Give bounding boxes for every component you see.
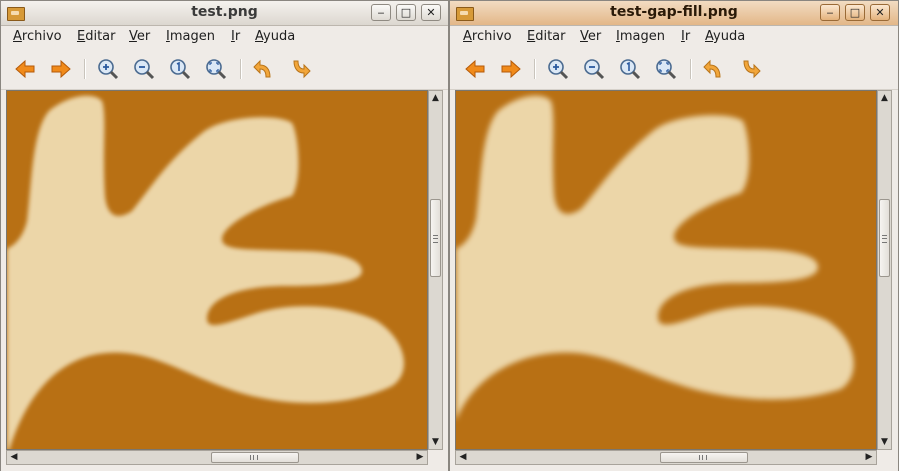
menu-ir[interactable]: Ir	[231, 29, 240, 44]
vertical-scroll-thumb[interactable]	[430, 199, 441, 277]
title-bar[interactable]: test.png ‒ □ ✕	[1, 1, 448, 26]
vertical-scrollbar[interactable]: ▲ ▼	[428, 90, 443, 450]
horizontal-scroll-thumb[interactable]	[211, 452, 299, 463]
scroll-left-button[interactable]: ◀	[456, 451, 470, 464]
menu-archivo[interactable]: Archivo	[13, 29, 62, 44]
grip-icon	[882, 235, 887, 243]
image-canvas[interactable]	[455, 90, 877, 450]
status-bar	[1, 465, 448, 471]
image-canvas[interactable]	[6, 90, 428, 450]
minimize-button[interactable]: ‒	[820, 4, 840, 21]
forward-icon[interactable]	[499, 57, 523, 81]
menu-ir[interactable]: Ir	[681, 29, 690, 44]
scroll-down-button[interactable]: ▼	[429, 435, 442, 449]
maximize-button[interactable]: □	[396, 4, 416, 21]
rotate-right-icon[interactable]	[738, 57, 762, 81]
title-bar[interactable]: test-gap-fill.png ‒ □ ✕	[450, 1, 898, 26]
toolbar	[1, 49, 448, 90]
zoom-fit-icon[interactable]	[204, 57, 228, 81]
back-icon[interactable]	[463, 57, 487, 81]
rotate-right-icon[interactable]	[288, 57, 312, 81]
rotate-left-icon[interactable]	[702, 57, 726, 81]
menu-ayuda[interactable]: Ayuda	[705, 29, 745, 44]
menu-ayuda[interactable]: Ayuda	[255, 29, 295, 44]
menu-bar: Archivo Editar Ver Imagen Ir Ayuda	[450, 26, 898, 48]
zoom-out-icon[interactable]	[132, 57, 156, 81]
menu-imagen[interactable]: Imagen	[616, 29, 665, 44]
image-viewer-window-2: test-gap-fill.png ‒ □ ✕ Archivo Editar V…	[449, 0, 899, 471]
image-viewer-window-1: test.png ‒ □ ✕ Archivo Editar Ver Imagen…	[0, 0, 449, 471]
menu-archivo[interactable]: Archivo	[463, 29, 512, 44]
vertical-scrollbar[interactable]: ▲ ▼	[877, 90, 892, 450]
grip-icon	[250, 455, 258, 460]
toolbar	[450, 49, 898, 90]
scroll-left-button[interactable]: ◀	[7, 451, 21, 464]
zoom-out-icon[interactable]	[582, 57, 606, 81]
close-button[interactable]: ✕	[421, 4, 441, 21]
grip-icon	[699, 455, 707, 460]
horizontal-scrollbar[interactable]: ◀ ▶	[6, 450, 428, 465]
menu-editar[interactable]: Editar	[77, 29, 116, 44]
zoom-in-icon[interactable]	[96, 57, 120, 81]
maximize-button[interactable]: □	[845, 4, 865, 21]
horizontal-scroll-thumb[interactable]	[660, 452, 748, 463]
scroll-down-button[interactable]: ▼	[878, 435, 891, 449]
status-bar	[450, 465, 898, 471]
horizontal-scrollbar[interactable]: ◀ ▶	[455, 450, 877, 465]
zoom-in-icon[interactable]	[546, 57, 570, 81]
grip-icon	[433, 235, 438, 243]
toolbar-separator	[534, 59, 535, 79]
rotate-left-icon[interactable]	[252, 57, 276, 81]
forward-icon[interactable]	[49, 57, 73, 81]
image-shape	[456, 95, 854, 421]
toolbar-separator	[690, 59, 691, 79]
close-button[interactable]: ✕	[870, 4, 890, 21]
scroll-right-button[interactable]: ▶	[862, 451, 876, 464]
zoom-normal-icon[interactable]	[168, 57, 192, 81]
zoom-fit-icon[interactable]	[654, 57, 678, 81]
menu-imagen[interactable]: Imagen	[166, 29, 215, 44]
scroll-up-button[interactable]: ▲	[429, 91, 442, 105]
scroll-up-button[interactable]: ▲	[878, 91, 891, 105]
menu-ver[interactable]: Ver	[580, 29, 601, 44]
minimize-button[interactable]: ‒	[371, 4, 391, 21]
zoom-normal-icon[interactable]	[618, 57, 642, 81]
menu-ver[interactable]: Ver	[129, 29, 150, 44]
scroll-right-button[interactable]: ▶	[413, 451, 427, 464]
menu-editar[interactable]: Editar	[527, 29, 566, 44]
toolbar-separator	[84, 59, 85, 79]
toolbar-separator	[240, 59, 241, 79]
menu-bar: Archivo Editar Ver Imagen Ir Ayuda	[1, 26, 448, 48]
back-icon[interactable]	[13, 57, 37, 81]
image-shape	[7, 95, 404, 449]
vertical-scroll-thumb[interactable]	[879, 199, 890, 277]
